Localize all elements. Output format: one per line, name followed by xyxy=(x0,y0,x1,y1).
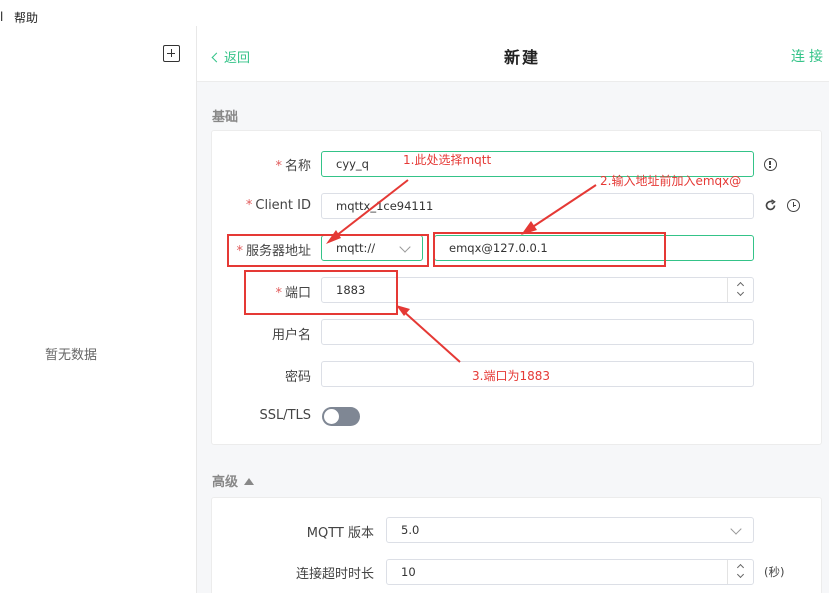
app-window: l 帮助 暂无数据 返回 新建 连接 基础 * 名称 cyy_q * Client … xyxy=(0,0,829,593)
annotation-arrowhead-2 xyxy=(521,221,537,235)
annotation-arrow-3 xyxy=(401,309,461,363)
annotation-arrow-2 xyxy=(527,184,597,231)
annotation-arrowhead-1 xyxy=(326,230,341,244)
annotation-arrow-1 xyxy=(331,179,409,240)
annotation-arrows xyxy=(326,179,597,363)
